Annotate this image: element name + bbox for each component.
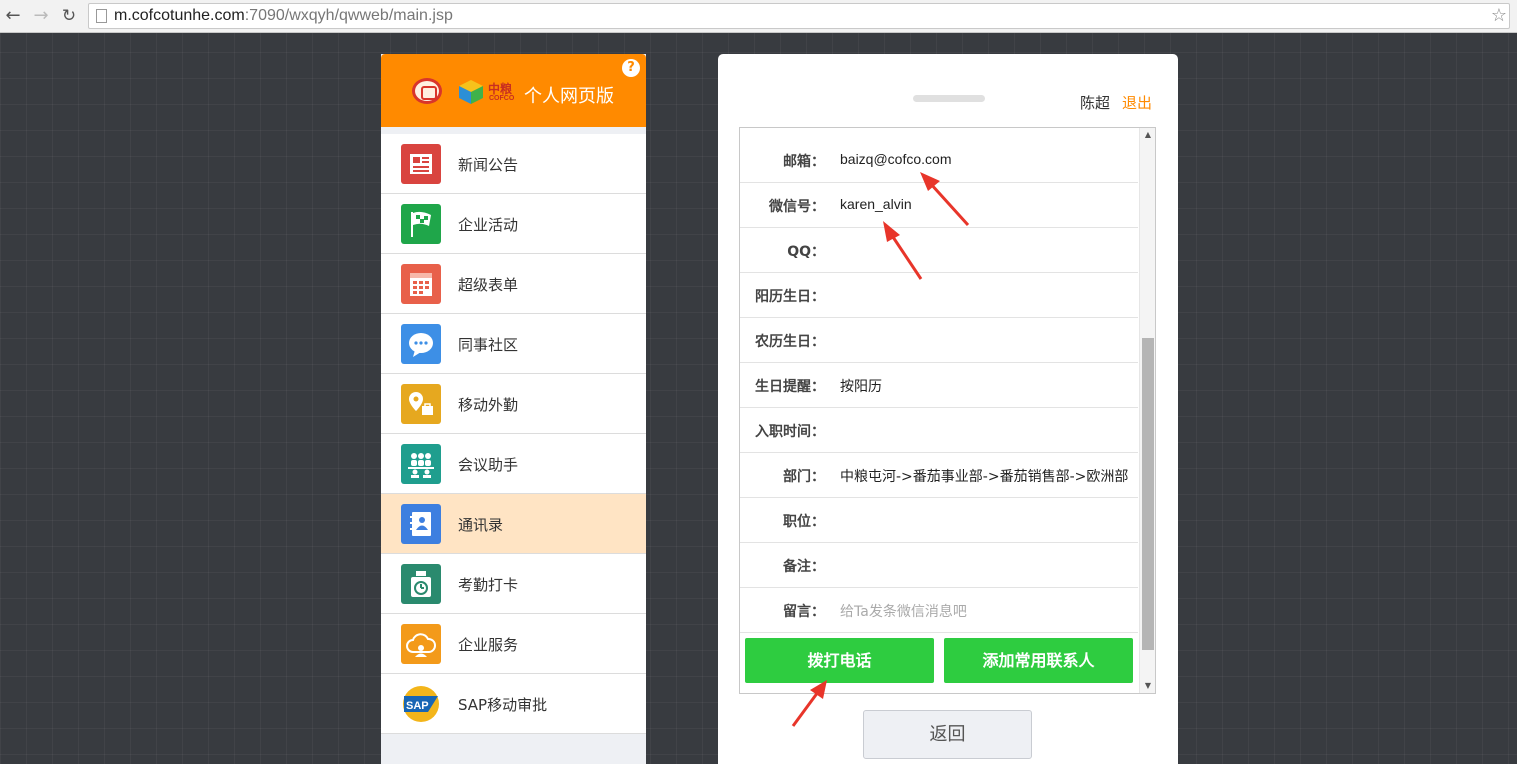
department-value: 中粮屯河->番茄事业部->番茄销售部->欧洲部 — [840, 469, 1129, 485]
browser-toolbar: ← → ↻ m.cofcotunhe.com:7090/wxqyh/qwweb/… — [0, 0, 1517, 33]
menu-label: 考勤打卡 — [458, 576, 519, 594]
clock-in-icon — [401, 564, 441, 604]
back-button[interactable]: 返回 — [863, 710, 1032, 759]
chat-bubble-icon — [401, 324, 441, 364]
main-menu: 新闻公告 企业活动 超级表单 同事社区 移动外勤 会议助手 通讯录 考勤打卡 企… — [381, 134, 646, 734]
menu-item-attendance[interactable]: 考勤打卡 — [381, 554, 646, 614]
menu-label: SAP移动审批 — [458, 696, 548, 714]
menu-label: 超级表单 — [458, 276, 519, 294]
field-label: 阳历生日： — [755, 289, 825, 305]
field-label: 农历生日： — [755, 334, 825, 350]
current-user-name: 陈超 — [1080, 94, 1111, 112]
field-remark: 备注： — [740, 543, 1138, 588]
svg-text:SAP: SAP — [406, 700, 429, 712]
contact-detail-panel: 陈超 退出 邮箱： baizq@cofco.com 微信号： karen_alv… — [718, 54, 1178, 764]
field-label: 入职时间： — [755, 424, 825, 440]
app-header: 中粮 COFCO 个人网页版 ? — [381, 54, 646, 127]
meeting-people-icon — [401, 444, 441, 484]
field-wechat: 微信号： karen_alvin — [740, 183, 1138, 228]
call-phone-button[interactable]: 拨打电话 — [745, 638, 934, 683]
page-icon — [96, 9, 107, 23]
menu-label: 会议助手 — [458, 456, 519, 474]
left-nav-panel: 中粮 COFCO 个人网页版 ? 新闻公告 企业活动 超级表单 同事社区 移动外… — [381, 54, 646, 764]
logout-link[interactable]: 退出 — [1122, 92, 1152, 113]
bookmark-star-icon[interactable]: ☆ — [1491, 5, 1507, 26]
help-icon[interactable]: ? — [622, 59, 640, 77]
menu-item-events[interactable]: 企业活动 — [381, 194, 646, 254]
menu-item-field-work[interactable]: 移动外勤 — [381, 374, 646, 434]
menu-item-sap-approval[interactable]: SAP SAP移动审批 — [381, 674, 646, 734]
flag-icon — [401, 204, 441, 244]
email-value[interactable]: baizq@cofco.com — [840, 151, 951, 167]
menu-item-super-form[interactable]: 超级表单 — [381, 254, 646, 314]
app-title: 个人网页版 — [524, 86, 614, 107]
form-icon — [401, 264, 441, 304]
field-label: 留言： — [783, 604, 825, 620]
field-label: 部门： — [783, 469, 825, 485]
menu-label: 通讯录 — [458, 516, 504, 534]
menu-label: 同事社区 — [458, 336, 519, 354]
field-label: 生日提醒： — [755, 379, 825, 395]
sap-logo-icon: SAP — [401, 684, 441, 724]
menu-item-news[interactable]: 新闻公告 — [381, 134, 646, 194]
menu-label: 移动外勤 — [458, 396, 519, 414]
contacts-book-icon — [401, 504, 441, 544]
field-label: 备注： — [783, 559, 825, 575]
contact-detail-frame: 邮箱： baizq@cofco.com 微信号： karen_alvin QQ：… — [739, 127, 1156, 694]
menu-item-contacts[interactable]: 通讯录 — [381, 494, 646, 554]
scroll-thumb[interactable] — [1142, 338, 1154, 650]
field-solar-birthday: 阳历生日： — [740, 273, 1138, 318]
field-label: QQ： — [787, 244, 825, 260]
birthday-reminder-value: 按阳历 — [840, 379, 882, 395]
field-label: 职位： — [783, 514, 825, 530]
company-seal-logo — [412, 78, 442, 104]
field-join-date: 入职时间： — [740, 408, 1138, 453]
menu-item-community[interactable]: 同事社区 — [381, 314, 646, 374]
wechat-value: karen_alvin — [840, 196, 912, 212]
menu-item-enterprise-service[interactable]: 企业服务 — [381, 614, 646, 674]
reload-icon[interactable]: ↻ — [58, 5, 80, 27]
phone-notch — [913, 95, 985, 102]
cloud-service-icon — [401, 624, 441, 664]
detail-scrollbar[interactable]: ▲ ▼ — [1139, 128, 1155, 693]
field-email: 邮箱： baizq@cofco.com — [740, 138, 1138, 183]
scroll-down-arrow-icon[interactable]: ▼ — [1140, 679, 1155, 693]
url-path: :7090/wxqyh/qwweb/main.jsp — [244, 7, 453, 24]
scroll-up-arrow-icon[interactable]: ▲ — [1140, 128, 1155, 142]
field-lunar-birthday: 农历生日： — [740, 318, 1138, 363]
address-bar[interactable]: m.cofcotunhe.com:7090/wxqyh/qwweb/main.j… — [88, 3, 1510, 29]
url-text[interactable]: m.cofcotunhe.com:7090/wxqyh/qwweb/main.j… — [114, 7, 453, 25]
menu-item-meeting[interactable]: 会议助手 — [381, 434, 646, 494]
field-birthday-reminder: 生日提醒： 按阳历 — [740, 363, 1138, 408]
location-pin-icon — [401, 384, 441, 424]
back-arrow-icon[interactable]: ← — [2, 5, 24, 27]
forward-arrow-icon[interactable]: → — [30, 5, 52, 27]
cofco-cube-logo — [458, 79, 484, 105]
field-label: 邮箱： — [783, 154, 825, 170]
url-host: m.cofcotunhe.com — [114, 7, 245, 24]
news-icon — [401, 144, 441, 184]
field-label: 微信号： — [769, 199, 825, 215]
logo-text-en: COFCO — [489, 95, 515, 102]
field-department: 部门： 中粮屯河->番茄事业部->番茄销售部->欧洲部 — [740, 453, 1138, 498]
field-message: 留言： 给Ta发条微信消息吧 — [740, 588, 1138, 633]
field-qq: QQ： — [740, 228, 1138, 273]
menu-label: 新闻公告 — [458, 156, 519, 174]
message-input[interactable]: 给Ta发条微信消息吧 — [840, 601, 967, 621]
menu-label: 企业活动 — [458, 216, 519, 234]
add-frequent-contact-button[interactable]: 添加常用联系人 — [944, 638, 1133, 683]
field-position: 职位： — [740, 498, 1138, 543]
menu-label: 企业服务 — [458, 636, 519, 654]
